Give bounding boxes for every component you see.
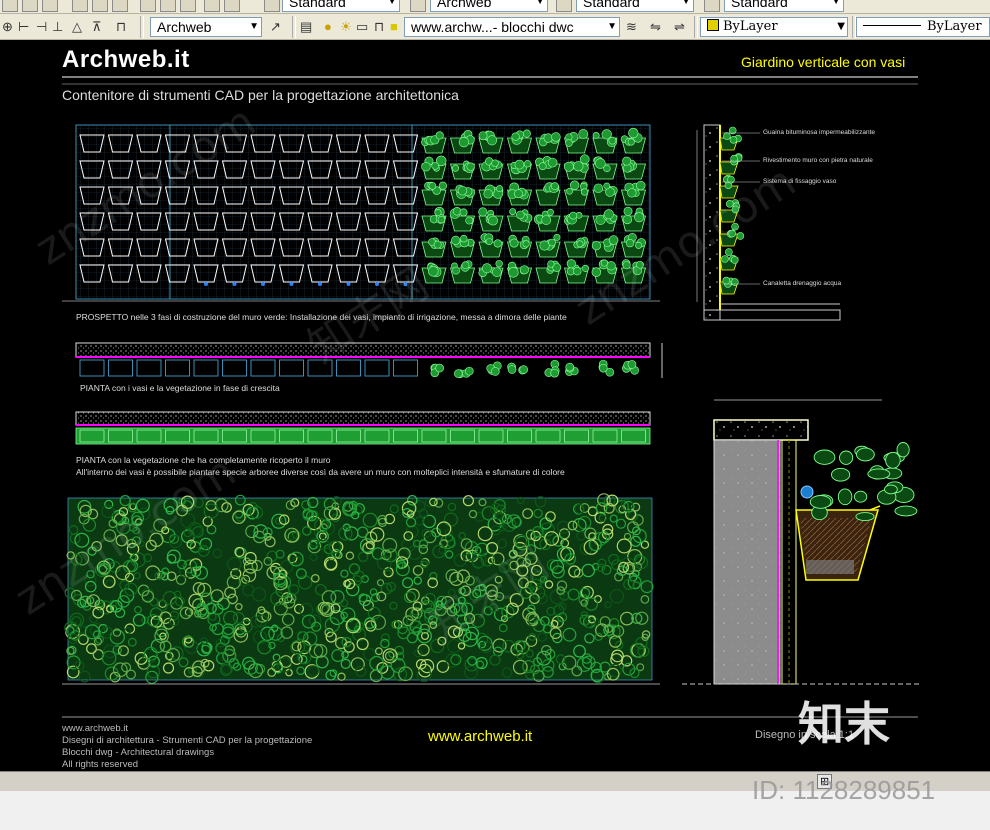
dim-continue-icon[interactable]: ⊓ <box>116 19 126 35</box>
toolbar-icon[interactable] <box>72 0 88 12</box>
toolbar-icon[interactable] <box>204 0 220 12</box>
table-style-icon[interactable] <box>556 0 572 12</box>
drawing-canvas[interactable]: znzmo.com 知末网 znzmo.com znzmo.com 知末网 Ar… <box>0 40 990 771</box>
status-bar: ID: 1128289851 <box>0 775 990 830</box>
section-label: Canaletta drenaggio acqua <box>763 280 842 287</box>
color-select[interactable]: ByLayer ▼ <box>700 17 848 37</box>
toolbar-icon[interactable] <box>2 0 18 12</box>
mleader-style-select[interactable]: Standard ▼ <box>724 0 844 12</box>
dim-style-select[interactable]: Archweb ▼ <box>430 0 548 12</box>
unlock-icon[interactable]: ⊓ <box>374 19 384 35</box>
layer-lock-icon[interactable]: ▭ <box>356 19 368 35</box>
watermark-id: ID: 1128289851 <box>752 775 936 805</box>
sheet-title: Giardino verticale con vasi <box>741 54 906 70</box>
sun-icon[interactable]: ☀ <box>340 19 352 35</box>
cad-drawing <box>62 76 920 718</box>
color-swatch-icon <box>707 19 719 31</box>
layer-color-icon: ■ <box>390 19 398 34</box>
dim-style-icon[interactable]: ↗ <box>270 19 281 35</box>
mleader-style-icon[interactable] <box>704 0 720 12</box>
brand-title: Archweb.it <box>62 46 190 73</box>
toolbar-icon[interactable] <box>22 0 38 12</box>
znzmo-logo: 知末 <box>798 697 890 751</box>
toolbar-icon[interactable] <box>42 0 58 12</box>
dim-ordinate-icon[interactable]: ⊥ <box>52 19 63 35</box>
footer-line: Blocchi dwg - Architectural drawings <box>62 747 215 758</box>
center-mark-icon[interactable]: ⊕ <box>2 19 13 35</box>
layer-select[interactable]: www.archw...- blocchi dwc ▼ <box>404 17 620 37</box>
dim-radius-icon[interactable]: ⊼ <box>92 19 102 35</box>
text-style-select[interactable]: Standard ▼ <box>282 0 400 12</box>
workspace-select[interactable]: Archweb ▼ <box>150 17 262 37</box>
layer-state-icon[interactable]: ⇌ <box>674 19 685 35</box>
linetype-icon <box>863 25 921 26</box>
toolbar-icon[interactable] <box>112 0 128 12</box>
dim-linear-icon[interactable]: ⊢ <box>18 19 29 35</box>
linetype-select[interactable]: ByLayer <box>856 17 990 37</box>
footer-line: All rights reserved <box>62 759 139 770</box>
light-bulb-icon[interactable]: ● <box>324 19 332 35</box>
styles-toolbar: Standard ▼ Archweb ▼ Standard ▼ Standard ▼ <box>0 0 990 14</box>
label-pianta-1: PIANTA con i vasi e la vegetazione in fa… <box>80 383 280 393</box>
dim-aligned-icon[interactable]: ⊣ <box>36 19 47 35</box>
toolbar-icon[interactable] <box>224 0 240 12</box>
footer-line: Disegni di architettura - Strumenti CAD … <box>62 735 313 746</box>
drawing-subtitle: Contenitore di strumenti CAD per la prog… <box>62 87 459 103</box>
layer-match-icon[interactable]: ⇋ <box>650 19 661 35</box>
section-label: Sistema di fissaggio vaso <box>763 178 837 185</box>
dim-angular-icon[interactable]: △ <box>72 19 82 35</box>
label-pianta-2: PIANTA con la vegetazione che ha complet… <box>76 455 331 465</box>
section-label: Guaina bituminosa impermeabilizzante <box>763 129 876 136</box>
toolbar-icon[interactable] <box>140 0 156 12</box>
footer-url: www.archweb.it <box>428 728 533 745</box>
section-label: Rivestimento muro con pietra naturale <box>763 157 873 164</box>
text-style-icon[interactable] <box>264 0 280 12</box>
toolbar-icon[interactable] <box>180 0 196 12</box>
toolbar-icon[interactable] <box>160 0 176 12</box>
dim-style-icon[interactable] <box>410 0 426 12</box>
toolbar-icon[interactable] <box>92 0 108 12</box>
label-pianta-2b: All'interno dei vasi è possibile piantar… <box>76 467 565 477</box>
label-prospetto: PROSPETTO nelle 3 fasi di costruzione de… <box>76 312 567 322</box>
table-style-select[interactable]: Standard ▼ <box>576 0 694 12</box>
footer-line: www.archweb.it <box>62 723 128 734</box>
layer-previous-icon[interactable]: ≋ <box>626 19 637 35</box>
layer-properties-icon[interactable]: ▤ <box>300 19 312 35</box>
main-toolbar: ⊕ ⊢ ⊣ ⊥ △ ⊼ ⊓ Archweb ▼ ↗ ▤ ● ☀ ▭ ⊓ ■ www… <box>0 14 990 40</box>
